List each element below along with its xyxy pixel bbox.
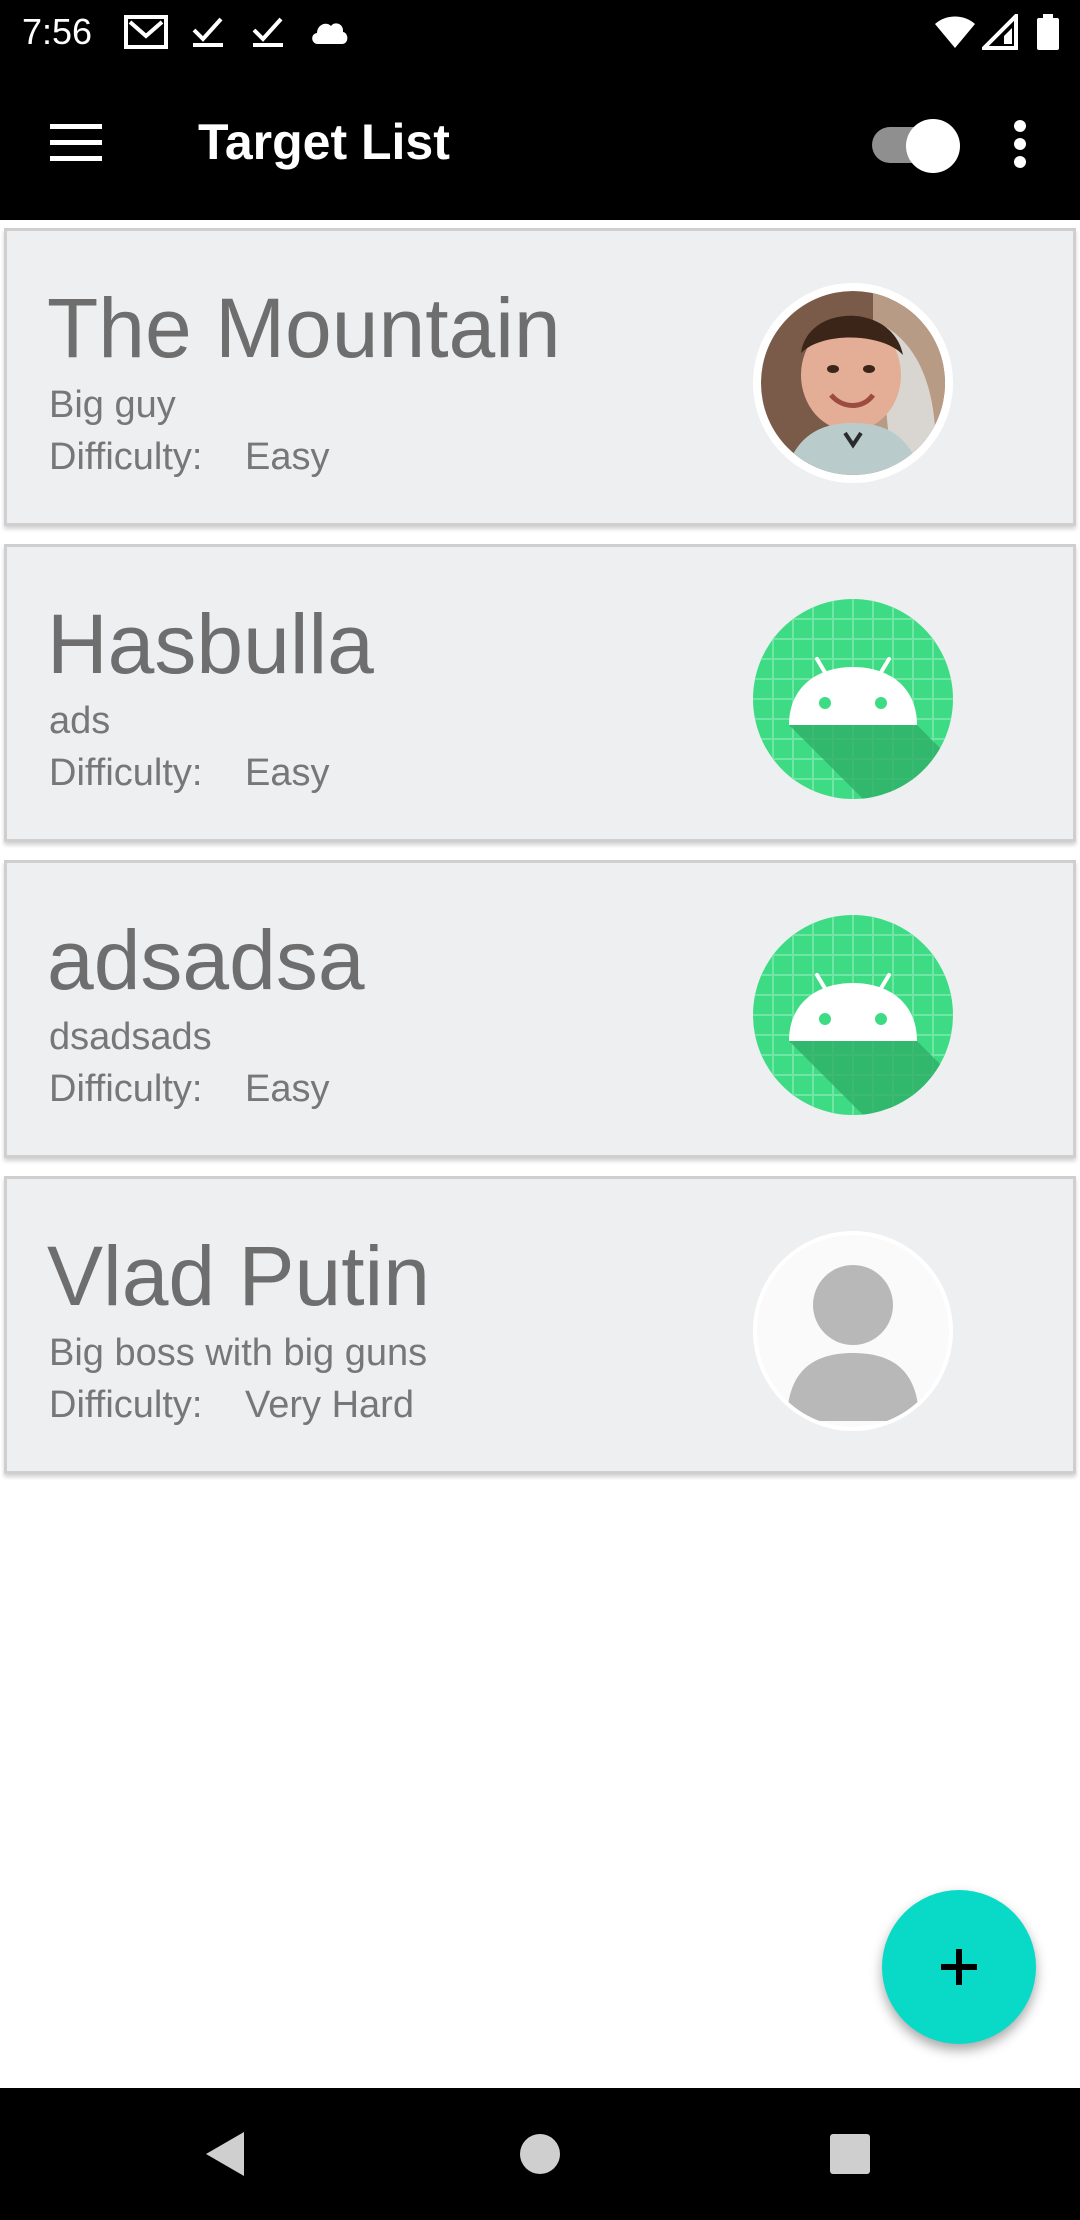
page-title: Target List <box>198 114 450 170</box>
photo-avatar <box>753 283 953 483</box>
cloud-icon <box>308 14 350 55</box>
target-description: Big guy <box>49 384 176 426</box>
target-name: adsadsa <box>47 913 365 1007</box>
home-button[interactable] <box>510 2124 570 2184</box>
target-card[interactable]: Vlad Putin Big boss with big guns Diffic… <box>4 1176 1076 1474</box>
wifi-icon <box>934 14 976 55</box>
target-description: ads <box>49 700 111 742</box>
status-bar: 7:56 <box>0 0 1080 66</box>
battery-icon <box>1036 14 1060 55</box>
difficulty-value: Easy <box>245 752 330 794</box>
target-description: Big boss with big guns <box>49 1332 428 1374</box>
system-nav-bar <box>0 2088 1080 2220</box>
checkmark-icon <box>190 14 226 55</box>
android-avatar <box>753 599 953 799</box>
difficulty-label: Difficulty: <box>49 752 203 794</box>
android-avatar <box>753 915 953 1115</box>
app-bar: Target List <box>0 66 1080 220</box>
target-name: The Mountain <box>47 281 561 375</box>
target-name: Hasbulla <box>47 597 374 691</box>
overflow-menu-button[interactable] <box>1000 112 1040 176</box>
add-target-fab[interactable] <box>882 1890 1036 2044</box>
difficulty-value: Easy <box>245 1068 330 1110</box>
recents-icon <box>830 2134 870 2174</box>
plus-icon <box>941 1949 977 1985</box>
menu-button[interactable] <box>36 108 116 178</box>
more-vert-icon <box>1014 120 1026 168</box>
target-card[interactable]: adsadsa dsadsads Difficulty: Easy <box>4 860 1076 1158</box>
target-description: dsadsads <box>49 1016 212 1058</box>
status-time: 7:56 <box>22 11 93 52</box>
cell-signal-icon <box>979 11 1018 55</box>
difficulty-label: Difficulty: <box>49 1068 203 1110</box>
back-button[interactable] <box>196 2124 256 2184</box>
theme-toggle-switch[interactable] <box>870 116 962 176</box>
target-card[interactable]: The Mountain Big guy Difficulty: Easy <box>4 228 1076 526</box>
target-card[interactable]: Hasbulla ads Difficulty: Easy <box>4 544 1076 842</box>
difficulty-label: Difficulty: <box>49 1384 203 1426</box>
recents-button[interactable] <box>820 2124 880 2184</box>
screen: 7:56 Target List The Mountain Big guy Di… <box>0 0 1080 2220</box>
difficulty-value: Easy <box>245 436 330 478</box>
gmail-icon <box>124 14 168 55</box>
placeholder-person-avatar <box>753 1231 953 1431</box>
target-name: Vlad Putin <box>47 1229 430 1323</box>
back-icon <box>206 2132 244 2176</box>
hamburger-menu-icon <box>50 124 102 161</box>
difficulty-label: Difficulty: <box>49 436 203 478</box>
difficulty-value: Very Hard <box>245 1384 414 1426</box>
checkmark-icon <box>250 14 286 55</box>
toggle-thumb <box>906 119 960 173</box>
home-icon <box>520 2134 560 2174</box>
